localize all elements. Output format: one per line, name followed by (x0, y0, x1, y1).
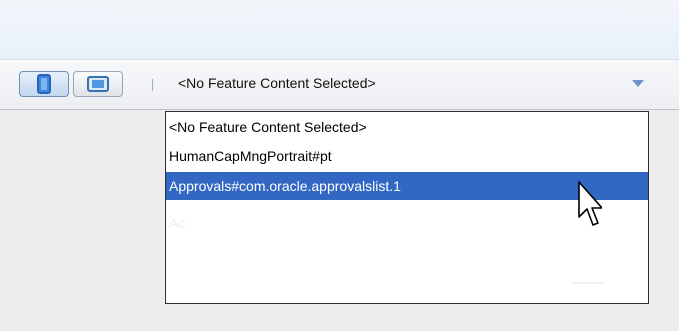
faint-artifact (571, 282, 605, 284)
dropdown-option-partial[interactable]: Ac (166, 209, 648, 237)
dropdown-option-approvals[interactable]: Approvals#com.oracle.approvalslist.1 (166, 172, 648, 200)
toolbar: <No Feature Content Selected> (0, 60, 679, 110)
header-band (0, 0, 679, 60)
feature-content-select[interactable]: <No Feature Content Selected> (168, 69, 648, 99)
tablet-icon (87, 76, 109, 92)
phone-icon (37, 74, 51, 94)
dropdown-option-humancapmngportrait[interactable]: HumanCapMngPortrait#pt (166, 142, 648, 170)
feature-content-dropdown-list: <No Feature Content Selected> HumanCapMn… (165, 111, 649, 304)
phone-view-button[interactable] (19, 71, 69, 97)
toolbar-separator (152, 79, 153, 91)
dropdown-option-none[interactable]: <No Feature Content Selected> (166, 113, 648, 141)
mouse-pointer-icon (578, 181, 602, 226)
view-mode-toggle (19, 71, 127, 97)
chevron-down-icon[interactable] (632, 80, 644, 87)
tablet-view-button[interactable] (73, 71, 123, 97)
feature-content-select-value: <No Feature Content Selected> (178, 75, 376, 91)
